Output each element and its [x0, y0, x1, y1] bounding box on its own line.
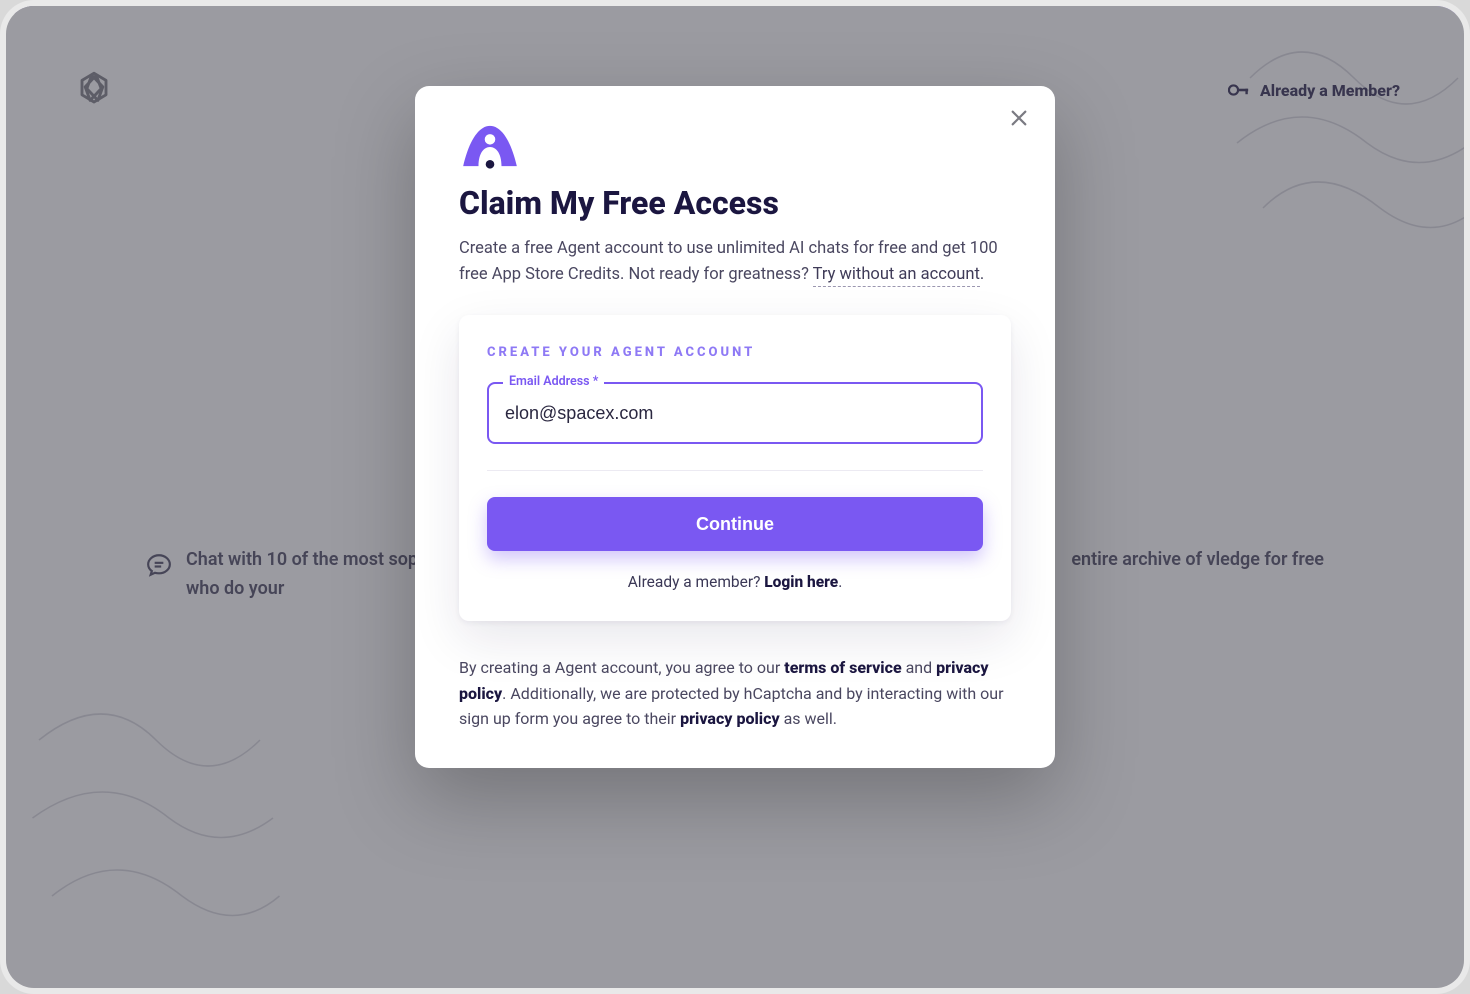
- signup-form-card: CREATE YOUR AGENT ACCOUNT Email Address …: [459, 315, 1011, 621]
- close-button[interactable]: [1005, 104, 1033, 132]
- email-field-wrapper[interactable]: Email Address *: [487, 382, 983, 444]
- form-divider: [487, 470, 983, 471]
- legal-text: By creating a Agent account, you agree t…: [459, 655, 1011, 732]
- form-section-label: CREATE YOUR AGENT ACCOUNT: [487, 345, 983, 360]
- email-input[interactable]: [505, 403, 965, 424]
- modal-subtitle: Create a free Agent account to use unlim…: [459, 236, 1011, 287]
- legal-prefix: By creating a Agent account, you agree t…: [459, 658, 784, 677]
- login-line: Already a member? Login here.: [487, 573, 983, 591]
- agent-logo-icon: [459, 124, 521, 170]
- continue-button[interactable]: Continue: [487, 497, 983, 551]
- signup-modal: Claim My Free Access Create a free Agent…: [415, 86, 1055, 768]
- email-field-label: Email Address *: [503, 374, 604, 389]
- modal-subtitle-period: .: [980, 265, 984, 284]
- close-icon: [1010, 109, 1028, 127]
- modal-title: Claim My Free Access: [459, 184, 1011, 222]
- login-line-period: .: [838, 573, 842, 591]
- try-without-account-link[interactable]: Try without an account: [813, 265, 980, 287]
- app-frame: Already a Member? Chat with 10 of the mo…: [6, 6, 1464, 988]
- login-here-link[interactable]: Login here: [764, 573, 838, 591]
- legal-mid: and: [902, 658, 937, 677]
- terms-of-service-link[interactable]: terms of service: [784, 658, 901, 677]
- hcaptcha-privacy-link[interactable]: privacy policy: [680, 709, 780, 728]
- legal-end: as well.: [780, 709, 837, 728]
- continue-button-label: Continue: [696, 514, 774, 534]
- login-line-prefix: Already a member?: [628, 573, 765, 591]
